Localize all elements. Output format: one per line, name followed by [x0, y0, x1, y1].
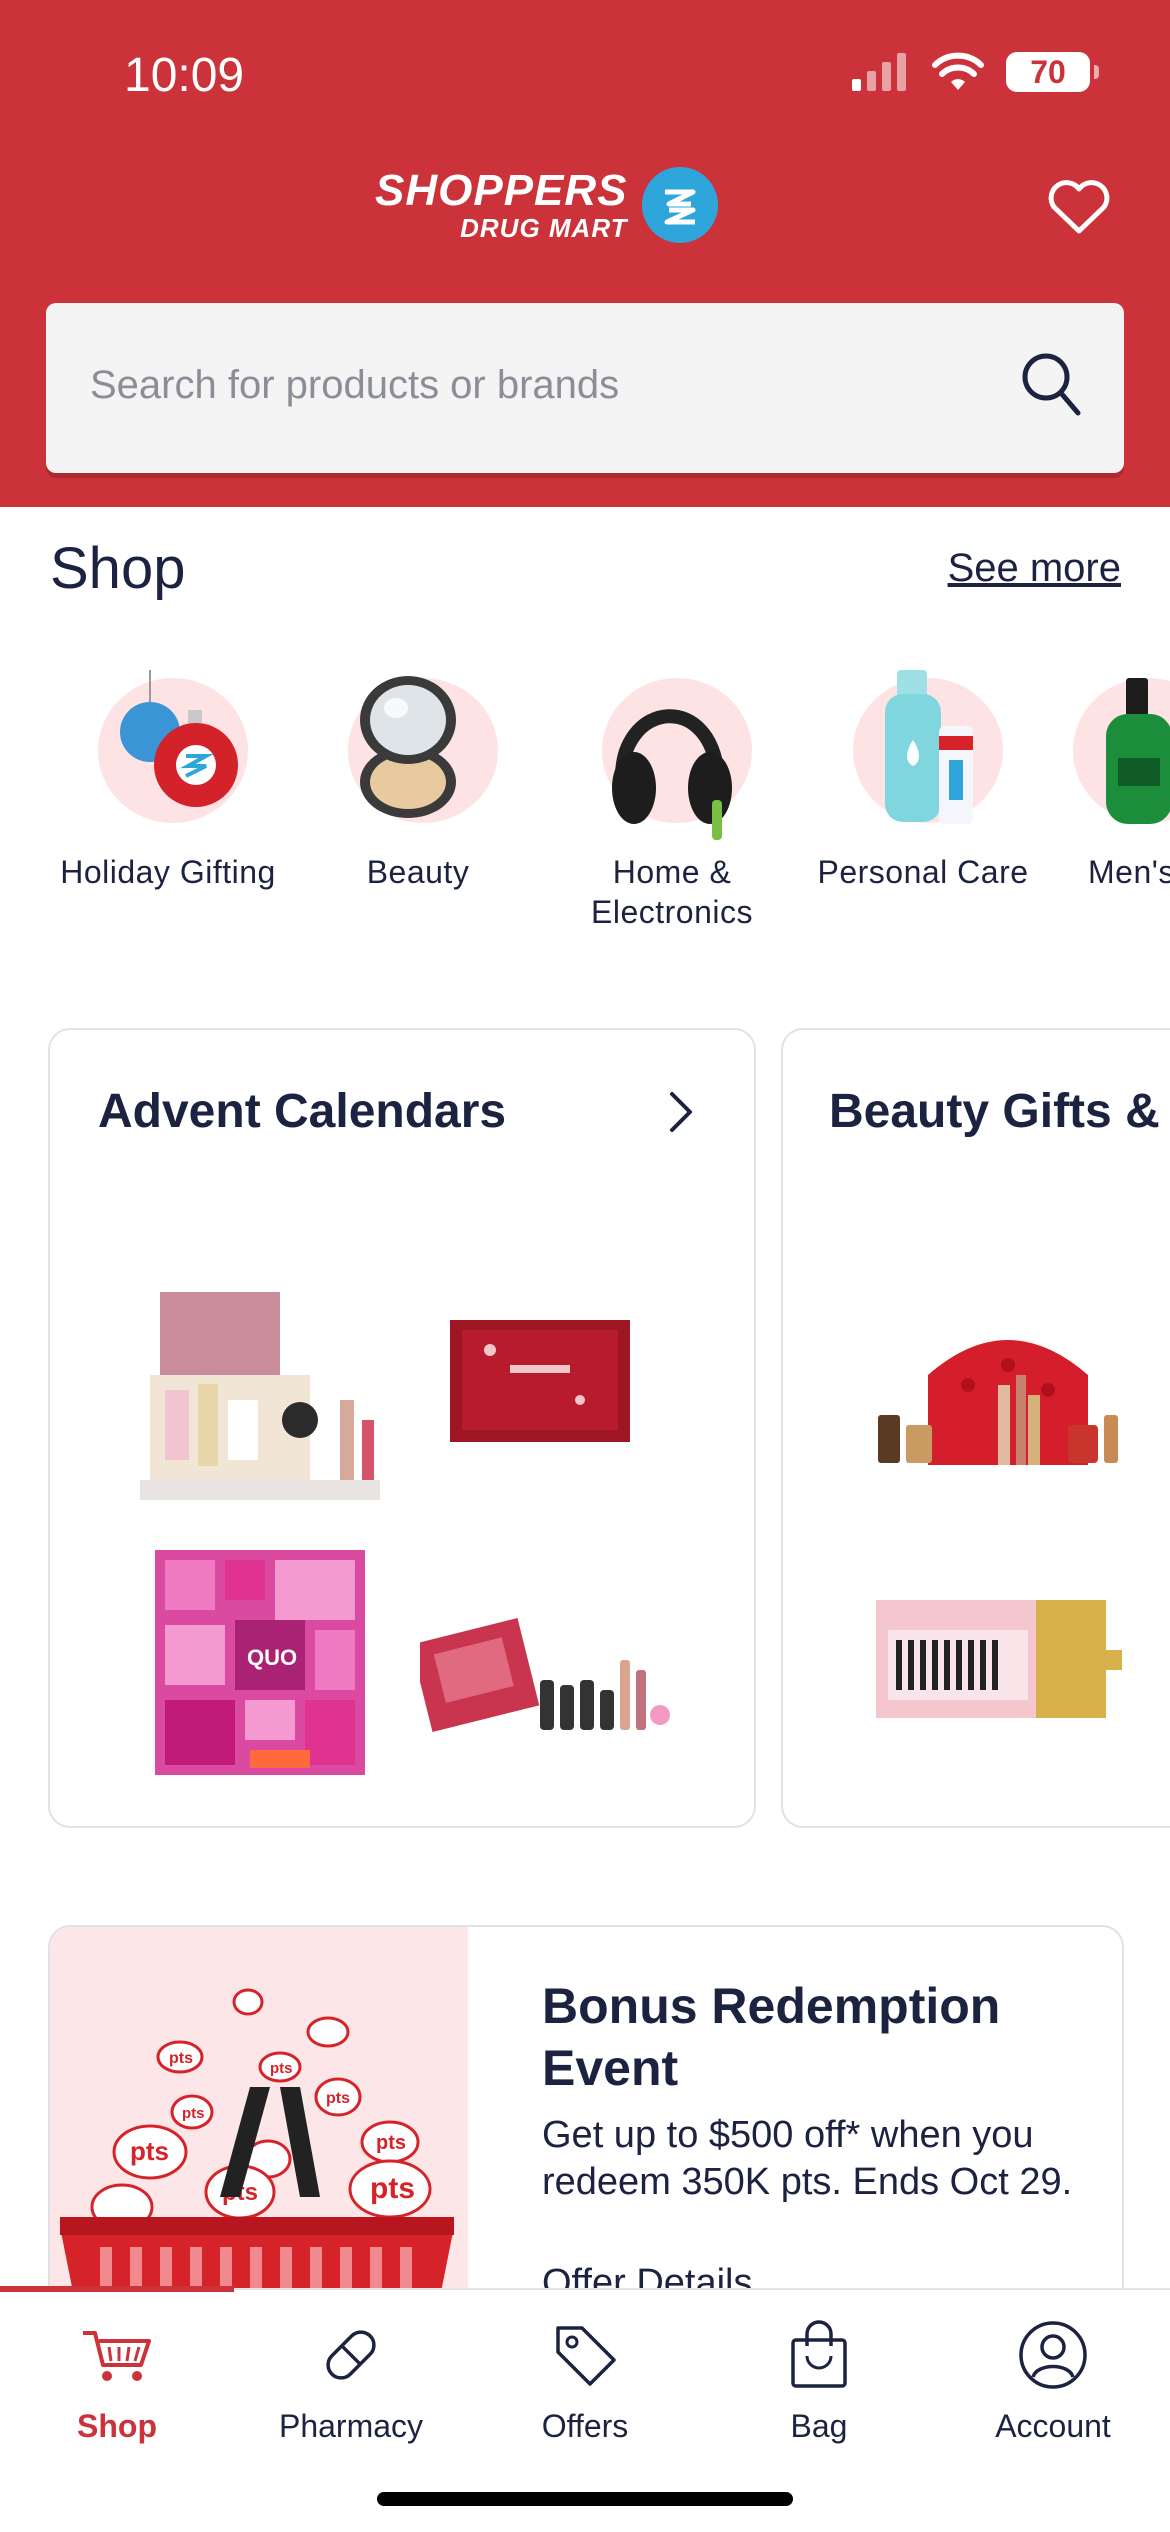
home-indicator	[377, 2492, 793, 2506]
points-badge-label: pts	[376, 2132, 406, 2154]
tag-icon	[556, 2326, 616, 2386]
tab-account[interactable]: Account	[936, 2310, 1170, 2445]
signal-icon	[852, 53, 906, 91]
tab-pharmacy[interactable]: Pharmacy	[234, 2310, 468, 2445]
advent-calendars-card[interactable]: Advent Calendars QUO	[48, 1028, 756, 1828]
tab-offers[interactable]: Offers	[468, 2310, 702, 2445]
brand-name: SHOPPERS	[375, 166, 628, 215]
points-badge-label: pts	[182, 2105, 205, 2122]
beauty-gifts-card[interactable]: Beauty Gifts & Sets	[781, 1028, 1170, 1828]
points-badge-label: pts	[326, 2090, 350, 2107]
card-title: Advent Calendars	[98, 1085, 507, 1138]
cart-icon	[83, 2331, 151, 2381]
points-badge-label: pts	[270, 2060, 293, 2077]
tab-shop[interactable]: Shop	[0, 2310, 234, 2445]
tab-bag[interactable]: Bag	[702, 2310, 936, 2445]
product-image-advent-red-box	[450, 1320, 630, 1442]
product-image-brush-set	[876, 1600, 1122, 1718]
search-bar[interactable]: Search for products or brands	[46, 303, 1124, 473]
status-time: 10:09	[124, 49, 245, 102]
category-mens[interactable]: Men's	[1053, 670, 1170, 892]
tab-label: Pharmacy	[278, 2408, 424, 2444]
favorites-button[interactable]	[1047, 178, 1111, 241]
bag-icon	[791, 2320, 847, 2388]
promo-image: pts pts pts pts pts pts pts pts	[50, 1927, 468, 2323]
battery-icon: 70	[1006, 52, 1099, 92]
category-label: Personal Care	[817, 854, 1029, 890]
account-icon	[1019, 2321, 1087, 2389]
svg-text:QUO: QUO	[247, 1645, 297, 1670]
status-icons: 70	[852, 52, 1099, 92]
brand-subtitle: DRUG MART	[460, 213, 628, 243]
toiletries-icon	[885, 670, 973, 824]
compact-mirror-icon	[360, 676, 456, 818]
headphones-icon	[612, 709, 732, 840]
pill-icon	[326, 2330, 376, 2380]
product-image-beauty-gift-bag	[878, 1340, 1118, 1465]
category-holiday-gifting[interactable]: Holiday Gifting	[48, 670, 288, 892]
category-label: Home & Electronics	[591, 854, 753, 930]
category-label: Beauty	[366, 854, 470, 890]
points-badge-label: pts	[169, 2050, 193, 2067]
card-title: Beauty Gifts & Sets	[829, 1085, 1170, 1138]
category-beauty[interactable]: Beauty	[298, 670, 538, 892]
wifi-icon	[932, 52, 984, 90]
brand-logo: SHOPPERS DRUG MART	[375, 167, 718, 243]
points-badge-label: pts	[370, 2172, 415, 2205]
tab-label: Offers	[541, 2408, 629, 2444]
product-image-advent-pink-calendar: QUO	[155, 1550, 365, 1775]
chevron-right-icon[interactable]	[666, 1090, 696, 1134]
brand-mark-icon	[641, 167, 718, 243]
promo-description: Get up to $500 off* when you redeem 350K…	[542, 2114, 1073, 2203]
app-header: 10:09 70 SHOPPERS DRUG MART Search for p…	[0, 0, 1170, 507]
points-badge-label: pts	[130, 2136, 169, 2166]
category-personal-care[interactable]: Personal Care	[803, 670, 1043, 892]
product-image-advent-makeup-kit	[420, 1618, 670, 1732]
tab-label: Shop	[77, 2408, 157, 2444]
tab-label: Bag	[790, 2408, 848, 2444]
promo-title: Bonus Redemption Event	[542, 1978, 1001, 2096]
points-basket-icon: pts pts pts pts pts pts pts pts	[60, 1988, 454, 2323]
ornament-icon	[120, 670, 238, 807]
see-more-link[interactable]: See more	[948, 546, 1121, 591]
active-tab-indicator	[0, 2286, 234, 2292]
shop-section-title: Shop	[50, 536, 186, 601]
product-image-advent-box-open	[140, 1292, 380, 1500]
category-label: Men's	[1088, 854, 1170, 890]
search-icon[interactable]	[1020, 351, 1084, 421]
cologne-icon	[1106, 678, 1170, 824]
bonus-redemption-promo[interactable]: pts pts pts pts pts pts pts pts	[48, 1925, 1124, 2325]
category-label: Holiday Gifting	[60, 854, 276, 890]
search-input[interactable]: Search for products or brands	[90, 363, 619, 408]
category-home-electronics[interactable]: Home & Electronics	[552, 670, 792, 932]
heart-icon	[1048, 180, 1110, 234]
tab-label: Account	[995, 2408, 1111, 2444]
